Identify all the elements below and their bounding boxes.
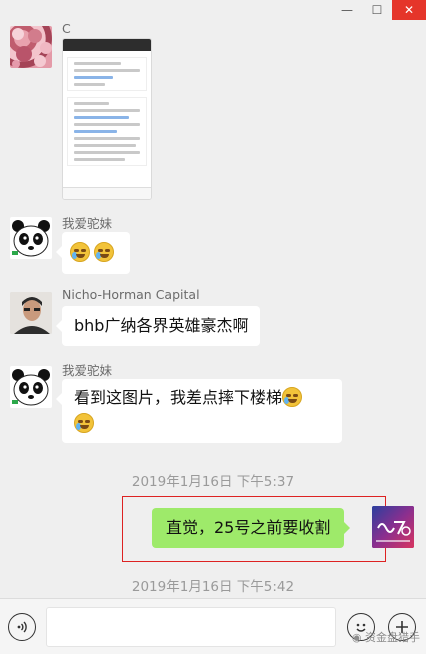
shared-screenshot-image[interactable]	[62, 38, 152, 200]
avatar[interactable]	[10, 292, 52, 334]
laugh-cry-emoji-icon	[282, 387, 303, 407]
voice-button[interactable]	[8, 613, 36, 641]
message-text: 直觉，25号之前要收割	[166, 518, 331, 537]
voice-icon	[17, 621, 27, 633]
avatar[interactable]	[10, 26, 52, 68]
message-input[interactable]	[46, 607, 336, 647]
avatar[interactable]	[10, 217, 52, 259]
sender-name: C	[62, 21, 71, 36]
watermark: ◉ 资金盘猎手	[351, 631, 420, 644]
maximize-button[interactable]: ☐	[362, 0, 392, 20]
flower-avatar-icon	[12, 28, 52, 68]
message-text: 看到这图片，我差点摔下楼梯	[74, 388, 283, 407]
avatar[interactable]	[10, 366, 52, 408]
window-controls: — ☐ ✕	[296, 0, 426, 20]
sender-name: Nicho-Horman Capital	[62, 287, 200, 302]
laugh-cry-emoji-icon	[70, 242, 90, 262]
close-button[interactable]: ✕	[392, 0, 426, 20]
message-text: bhb广纳各界英雄豪杰啊	[74, 316, 249, 335]
panda-icon	[10, 366, 52, 408]
laugh-cry-emoji-icon	[74, 413, 94, 433]
wechat-logo-icon: ◉	[351, 631, 362, 644]
event-poster-icon	[372, 506, 414, 548]
message-bubble[interactable]: bhb广纳各界英雄豪杰啊	[55, 306, 261, 346]
laugh-cry-emoji-icon	[94, 242, 114, 262]
timestamp: 2019年1月16日 下午5:42	[131, 579, 295, 595]
sender-name: 我爱驼妹	[62, 363, 113, 378]
sender-name: 我爱驼妹	[62, 216, 113, 231]
avatar[interactable]	[372, 506, 414, 548]
message-bubble[interactable]	[56, 232, 130, 274]
panda-icon	[10, 217, 52, 259]
input-bar: ◉ 资金盘猎手	[0, 598, 426, 654]
message-bubble[interactable]: 直觉，25号之前要收割	[152, 508, 351, 548]
minimize-button[interactable]: —	[332, 0, 362, 20]
message-bubble[interactable]: 看到这图片，我差点摔下楼梯	[56, 379, 342, 443]
person-photo-icon	[10, 292, 52, 334]
timestamp: 2019年1月16日 下午5:37	[131, 474, 295, 490]
chat-area[interactable]: — ☐ ✕ C 我爱驼妹 Nicho-Horman Capital bhb广纳各…	[0, 0, 426, 600]
